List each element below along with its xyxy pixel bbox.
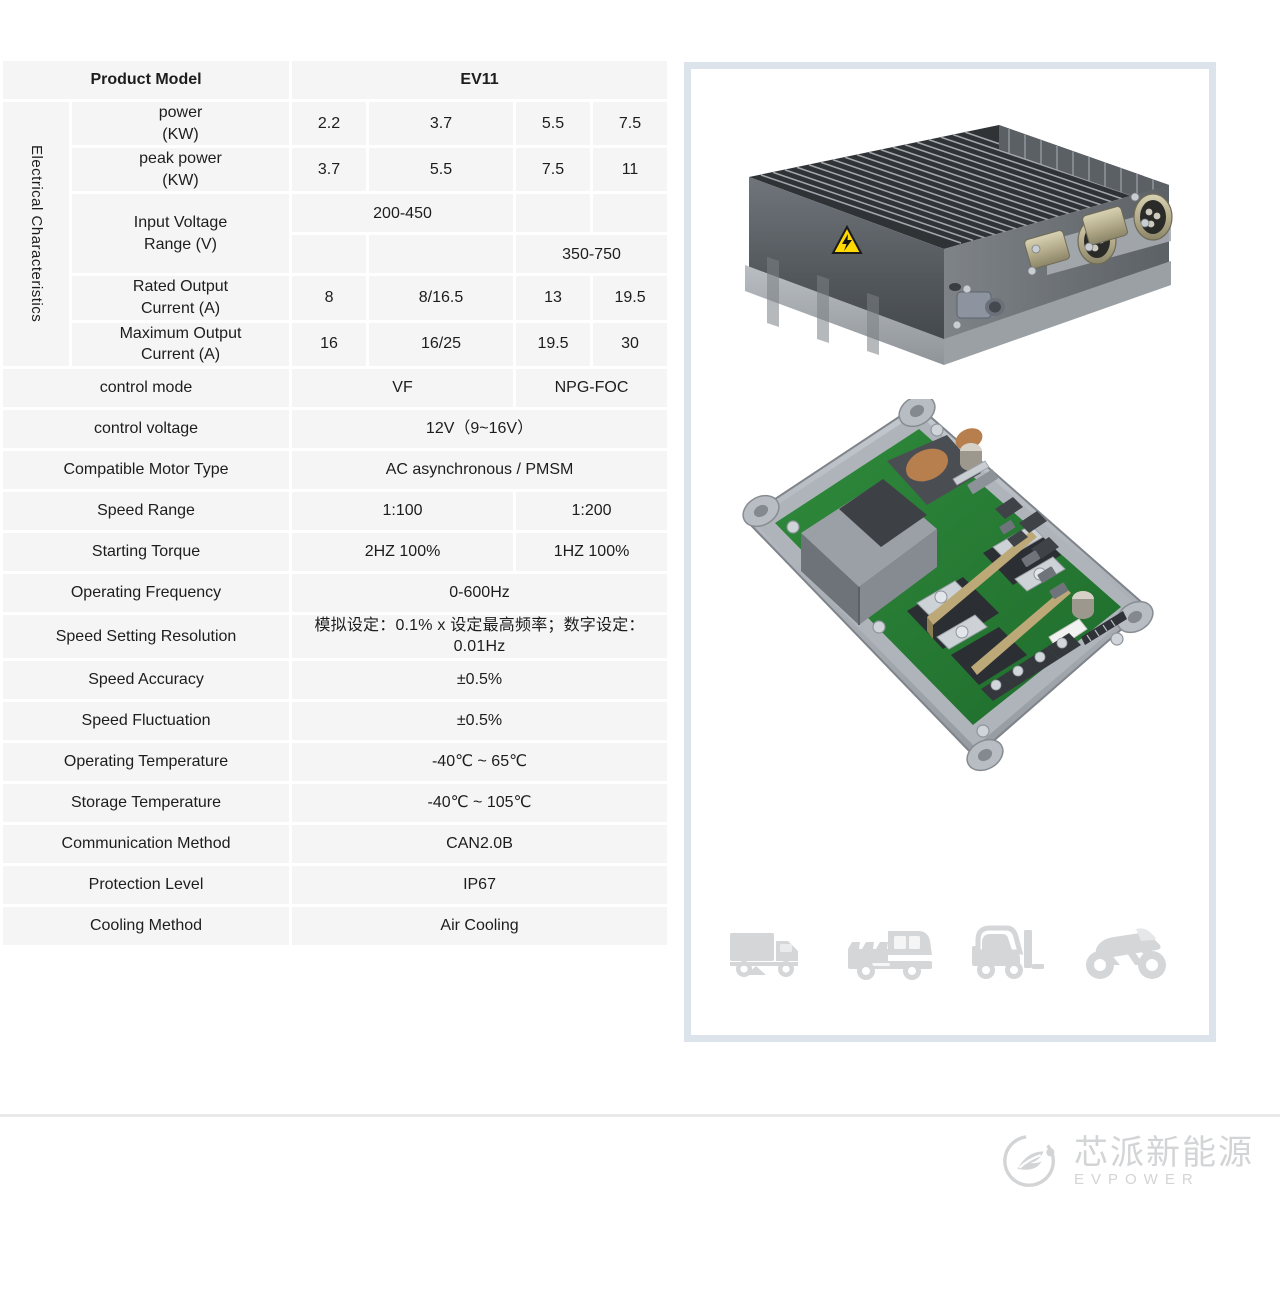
cell-input-voltage-high: 350-750	[516, 235, 668, 274]
table-row-storage-temperature: Storage Temperature -40℃ ~ 105℃	[3, 783, 668, 822]
cell-speed-range-right: 1:200	[516, 491, 668, 530]
application-icons-row	[691, 924, 1209, 982]
utility-vehicle-icon	[848, 931, 932, 980]
table-row-speed-setting-resolution: Speed Setting Resolution 模拟设定：0.1% x 设定最…	[3, 614, 668, 658]
row-label-speed-setting-resolution: Speed Setting Resolution	[3, 614, 290, 658]
cell-control-mode-right: NPG-FOC	[516, 368, 668, 407]
table-row-power: Electrical Characteristics power (KW) 2.…	[3, 102, 668, 366]
cell-operating-frequency: 0-600Hz	[292, 573, 668, 612]
row-label-operating-frequency: Operating Frequency	[3, 573, 290, 612]
cell-power-4: 7.5	[593, 102, 668, 146]
cell-peak-power-4: 11	[593, 148, 668, 192]
cell-peak-power-3: 7.5	[516, 148, 591, 192]
cell-peak-power-1: 3.7	[292, 148, 367, 192]
table-row-protection-level: Protection Level IP67	[3, 865, 668, 904]
table-row-speed-accuracy: Speed Accuracy ±0.5%	[3, 660, 668, 699]
row-label-compatible-motor-type: Compatible Motor Type	[3, 450, 290, 489]
table-row-rated-output-current: Rated Output Current (A) 8 8/16.5 13 19.…	[3, 276, 668, 320]
cell-cooling-method: Air Cooling	[292, 906, 668, 945]
evpower-leaf-icon	[1003, 1135, 1055, 1187]
cell-power-2: 3.7	[369, 102, 514, 146]
row-label-cooling-method: Cooling Method	[3, 906, 290, 945]
cell-compatible-motor-type: AC asynchronous / PMSM	[292, 450, 668, 489]
product-spec-page: Product Model EV11 Electrical Characteri…	[0, 0, 1280, 1300]
row-label-storage-temperature: Storage Temperature	[3, 783, 290, 822]
row-label-speed-accuracy: Speed Accuracy	[3, 660, 290, 699]
table-row-starting-torque: Starting Torque 2HZ 100% 1HZ 100%	[3, 532, 668, 571]
row-label-control-mode: control mode	[3, 368, 290, 407]
truck-icon	[730, 933, 798, 977]
row-label-speed-fluctuation: Speed Fluctuation	[3, 701, 290, 740]
atv-icon	[1086, 928, 1166, 979]
cell-starting-torque-left: 2HZ 100%	[292, 532, 514, 571]
row-label-peak-power: peak power (KW)	[72, 148, 290, 192]
cell-input-voltage-blank-1	[516, 194, 591, 233]
motor-controller-housing-image	[745, 125, 1173, 365]
row-label-rated-output-current: Rated Output Current (A)	[72, 276, 290, 320]
specification-table: Product Model EV11 Electrical Characteri…	[0, 58, 670, 948]
motor-controller-pcb-image	[742, 399, 1154, 772]
cell-max-current-4: 30	[593, 322, 668, 366]
specification-table-container: Product Model EV11 Electrical Characteri…	[0, 58, 668, 948]
table-row-cooling-method: Cooling Method Air Cooling	[3, 906, 668, 945]
cell-rated-current-1: 8	[292, 276, 367, 320]
company-logo: 芯派新能源 EVPOWER	[1000, 1130, 1254, 1192]
cell-max-current-2: 16/25	[369, 322, 514, 366]
cell-starting-torque-right: 1HZ 100%	[516, 532, 668, 571]
table-row-speed-fluctuation: Speed Fluctuation ±0.5%	[3, 701, 668, 740]
cell-communication-method: CAN2.0B	[292, 824, 668, 863]
cell-control-voltage: 12V（9~16V）	[292, 409, 668, 448]
cell-max-current-1: 16	[292, 322, 367, 366]
table-row-operating-temperature: Operating Temperature -40℃ ~ 65℃	[3, 742, 668, 781]
cell-peak-power-2: 5.5	[369, 148, 514, 192]
cell-speed-accuracy: ±0.5%	[292, 660, 668, 699]
cell-storage-temperature: -40℃ ~ 105℃	[292, 783, 668, 822]
table-row-control-mode: control mode VF NPG-FOC	[3, 368, 668, 407]
table-row-input-voltage-a: Input Voltage Range (V) 200-450	[3, 194, 668, 274]
table-row-peak-power: peak power (KW) 3.7 5.5 7.5 11	[3, 148, 668, 192]
table-row-operating-frequency: Operating Frequency 0-600Hz	[3, 573, 668, 612]
cell-power-3: 5.5	[516, 102, 591, 146]
row-label-maximum-output-current: Maximum Output Current (A)	[72, 322, 290, 366]
cell-input-voltage-low: 200-450	[292, 194, 514, 233]
cell-power-1: 2.2	[292, 102, 367, 146]
table-row-control-voltage: control voltage 12V（9~16V）	[3, 409, 668, 448]
cell-protection-level: IP67	[292, 865, 668, 904]
product-model-header: Product Model	[3, 61, 290, 99]
cell-rated-current-3: 13	[516, 276, 591, 320]
cell-operating-temperature: -40℃ ~ 65℃	[292, 742, 668, 781]
product-model-value: EV11	[292, 61, 668, 99]
cell-control-mode-left: VF	[292, 368, 514, 407]
row-label-power: power (KW)	[72, 102, 290, 146]
row-label-speed-range: Speed Range	[3, 491, 290, 530]
table-row-compatible-motor-type: Compatible Motor Type AC asynchronous / …	[3, 450, 668, 489]
row-label-control-voltage: control voltage	[3, 409, 290, 448]
cell-max-current-3: 19.5	[516, 322, 591, 366]
table-row-speed-range: Speed Range 1:100 1:200	[3, 491, 668, 530]
cell-speed-setting-resolution: 模拟设定：0.1% x 设定最高频率；数字设定：0.01Hz	[292, 614, 668, 658]
row-label-starting-torque: Starting Torque	[3, 532, 290, 571]
row-label-communication-method: Communication Method	[3, 824, 290, 863]
table-row-maximum-output-current: Maximum Output Current (A) 16 16/25 19.5…	[3, 322, 668, 366]
cell-rated-current-4: 19.5	[593, 276, 668, 320]
cell-input-voltage-blank-3	[292, 235, 367, 274]
cell-rated-current-2: 8/16.5	[369, 276, 514, 320]
cell-speed-range-left: 1:100	[292, 491, 514, 530]
electrical-characteristics-group-label: Electrical Characteristics	[3, 102, 69, 366]
cell-speed-fluctuation: ±0.5%	[292, 701, 668, 740]
cell-input-voltage-blank-2	[593, 194, 668, 233]
row-label-operating-temperature: Operating Temperature	[3, 742, 290, 781]
cell-input-voltage-blank-4	[369, 235, 514, 274]
row-label-protection-level: Protection Level	[3, 865, 290, 904]
table-row-communication-method: Communication Method CAN2.0B	[3, 824, 668, 863]
footer-divider	[0, 1114, 1280, 1117]
brand-name-en: EVPOWER	[1074, 1170, 1200, 1188]
row-label-input-voltage: Input Voltage Range (V)	[72, 194, 290, 274]
brand-name-cn: 芯派新能源	[1074, 1132, 1254, 1173]
product-image-panel	[684, 62, 1216, 1042]
table-header-row: Product Model EV11	[3, 61, 668, 99]
forklift-icon	[972, 925, 1044, 979]
